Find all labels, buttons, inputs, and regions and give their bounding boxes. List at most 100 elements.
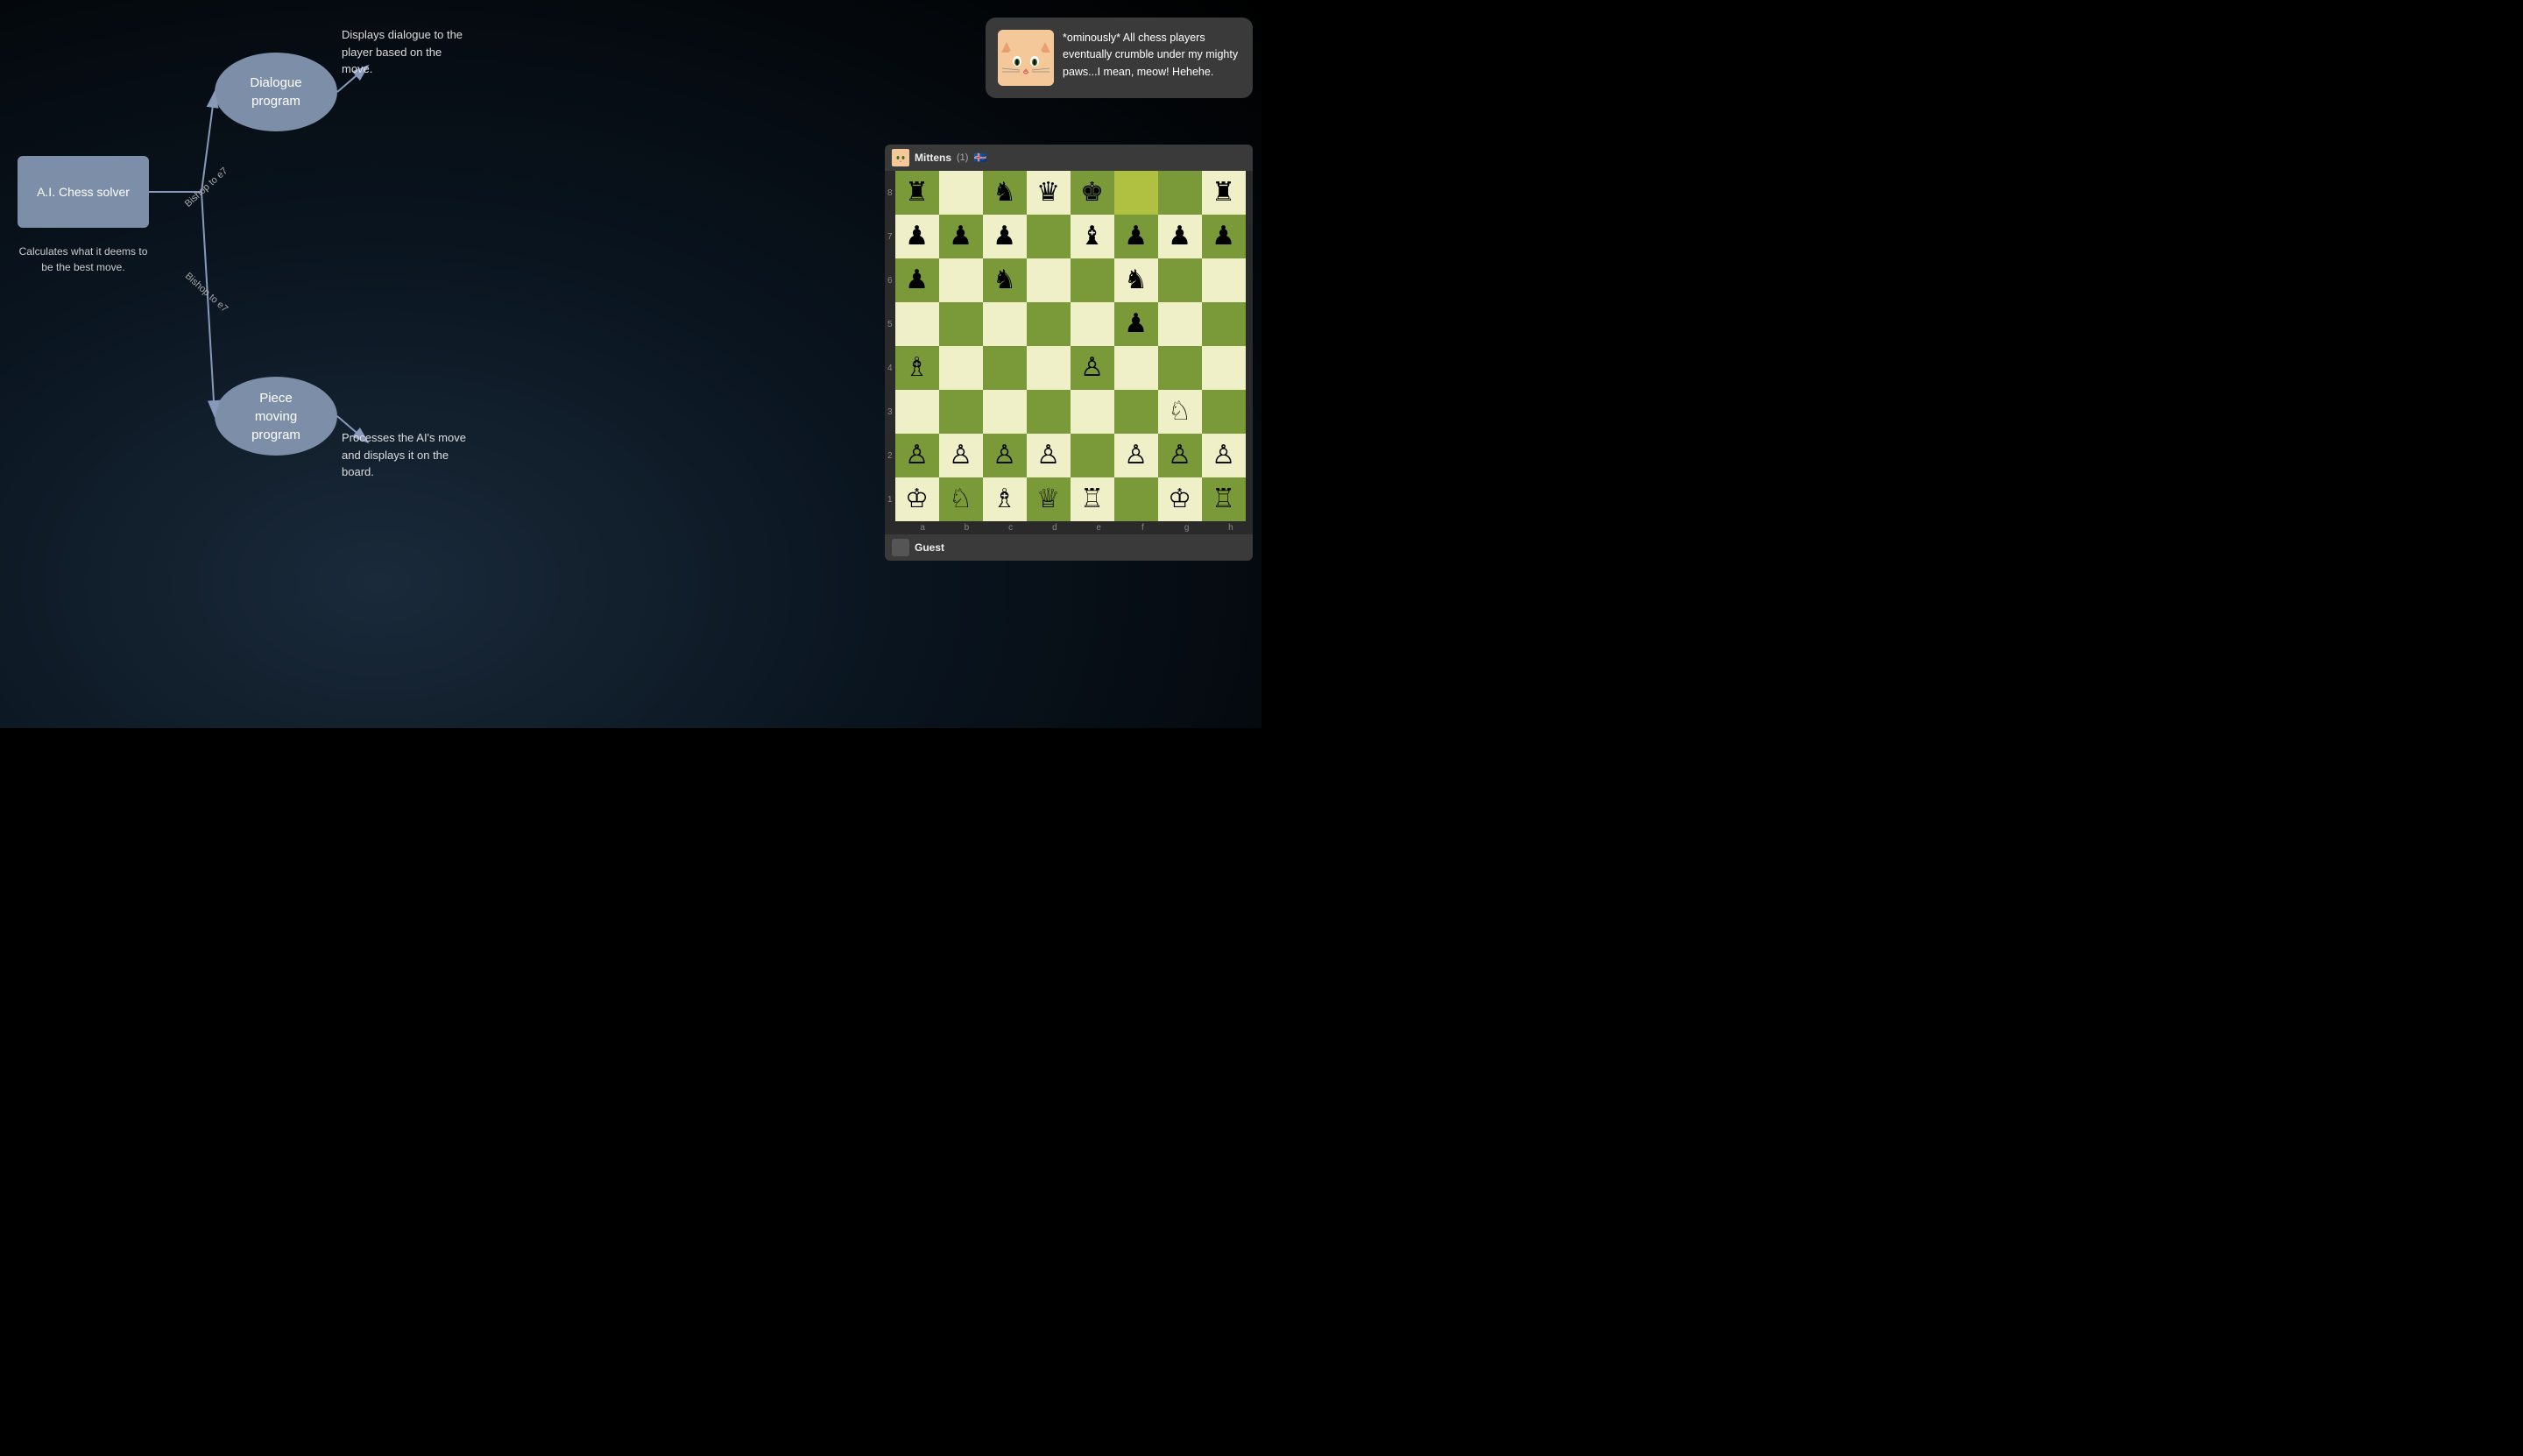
square-d6[interactable] [1027, 258, 1071, 302]
square-a6[interactable]: ♟ [895, 258, 939, 302]
chat-bubble: *ominously* All chess players eventually… [986, 18, 1253, 98]
square-c6[interactable]: ♞ [983, 258, 1027, 302]
square-f7[interactable]: ♟ [1114, 215, 1158, 258]
square-g6[interactable] [1158, 258, 1202, 302]
square-c8[interactable]: ♞ [983, 171, 1027, 215]
piece-h1: ♖ [1212, 486, 1235, 512]
opponent-avatar [892, 149, 909, 166]
piece-b2: ♙ [949, 442, 972, 469]
square-g1[interactable]: ♔ [1158, 477, 1202, 521]
piece-g7: ♟ [1168, 223, 1191, 250]
square-g8[interactable] [1158, 171, 1202, 215]
chess-panel: Mittens (1) 🇮🇸 8 7 6 5 4 3 2 1 ♜♞♛♚♜♟♟♟♝… [885, 145, 1253, 561]
square-d2[interactable]: ♙ [1027, 434, 1071, 477]
square-c7[interactable]: ♟ [983, 215, 1027, 258]
piece-e8: ♚ [1080, 180, 1104, 206]
opponent-flag: 🇮🇸 [973, 152, 986, 164]
solver-label: A.I. Chess solver [37, 184, 130, 200]
square-b4[interactable] [939, 346, 983, 390]
square-g4[interactable] [1158, 346, 1202, 390]
square-d4[interactable] [1027, 346, 1071, 390]
square-f4[interactable] [1114, 346, 1158, 390]
square-h8[interactable]: ♜ [1202, 171, 1246, 215]
diagram-area: A.I. Chess solver Calculates what it dee… [0, 0, 631, 728]
square-d5[interactable] [1027, 302, 1071, 346]
square-g3[interactable]: ♘ [1158, 390, 1202, 434]
square-b2[interactable]: ♙ [939, 434, 983, 477]
square-f5[interactable]: ♟ [1114, 302, 1158, 346]
piece-f7: ♟ [1124, 223, 1148, 250]
square-h4[interactable] [1202, 346, 1246, 390]
dialogue-label: Dialogueprogram [250, 74, 301, 110]
piece-e1: ♖ [1080, 486, 1104, 512]
square-h6[interactable] [1202, 258, 1246, 302]
square-d1[interactable]: ♕ [1027, 477, 1071, 521]
square-d7[interactable] [1027, 215, 1071, 258]
square-f3[interactable] [1114, 390, 1158, 434]
square-d3[interactable] [1027, 390, 1071, 434]
square-a7[interactable]: ♟ [895, 215, 939, 258]
piece-moving-ellipse: Piecemovingprogram [215, 377, 337, 456]
chess-board: ♜♞♛♚♜♟♟♟♝♟♟♟♟♞♞♟♗♙♘♙♙♙♙♙♙♙♔♘♗♕♖♔♖ [895, 171, 1246, 521]
square-a4[interactable]: ♗ [895, 346, 939, 390]
piece-f6: ♞ [1124, 267, 1148, 293]
square-f8[interactable] [1114, 171, 1158, 215]
rank-labels: 8 7 6 5 4 3 2 1 [885, 171, 895, 521]
panel-header: Mittens (1) 🇮🇸 [885, 145, 1253, 171]
square-c3[interactable] [983, 390, 1027, 434]
square-h7[interactable]: ♟ [1202, 215, 1246, 258]
dialogue-ellipse: Dialogueprogram [215, 53, 337, 131]
square-a8[interactable]: ♜ [895, 171, 939, 215]
piece-g2: ♙ [1168, 442, 1191, 469]
square-e6[interactable] [1071, 258, 1114, 302]
square-e1[interactable]: ♖ [1071, 477, 1114, 521]
square-e7[interactable]: ♝ [1071, 215, 1114, 258]
square-b8[interactable] [939, 171, 983, 215]
line-label-bishop-bottom: Bishop to e7 [183, 271, 230, 315]
square-h1[interactable]: ♖ [1202, 477, 1246, 521]
square-h5[interactable] [1202, 302, 1246, 346]
square-a1[interactable]: ♔ [895, 477, 939, 521]
dialogue-description: Displays dialogue to the player based on… [342, 26, 464, 78]
square-e8[interactable]: ♚ [1071, 171, 1114, 215]
square-g5[interactable] [1158, 302, 1202, 346]
square-d8[interactable]: ♛ [1027, 171, 1071, 215]
piece-c2: ♙ [993, 442, 1016, 469]
square-f2[interactable]: ♙ [1114, 434, 1158, 477]
square-b3[interactable] [939, 390, 983, 434]
square-e3[interactable] [1071, 390, 1114, 434]
square-h3[interactable] [1202, 390, 1246, 434]
square-g2[interactable]: ♙ [1158, 434, 1202, 477]
square-c4[interactable] [983, 346, 1027, 390]
piece-a1: ♔ [905, 486, 929, 512]
square-e5[interactable] [1071, 302, 1114, 346]
solver-description: Calculates what it deems to be the best … [18, 244, 149, 275]
square-h2[interactable]: ♙ [1202, 434, 1246, 477]
square-f6[interactable]: ♞ [1114, 258, 1158, 302]
square-g7[interactable]: ♟ [1158, 215, 1202, 258]
square-c2[interactable]: ♙ [983, 434, 1027, 477]
piece-b7: ♟ [949, 223, 972, 250]
piece-a8: ♜ [905, 180, 929, 206]
cat-avatar-svg [998, 30, 1054, 86]
square-c5[interactable] [983, 302, 1027, 346]
square-b5[interactable] [939, 302, 983, 346]
file-labels: a b c d e f g h [885, 521, 1253, 534]
square-a2[interactable]: ♙ [895, 434, 939, 477]
opponent-name: Mittens [915, 152, 951, 164]
square-a5[interactable] [895, 302, 939, 346]
square-c1[interactable]: ♗ [983, 477, 1027, 521]
square-b6[interactable] [939, 258, 983, 302]
square-b7[interactable]: ♟ [939, 215, 983, 258]
square-e4[interactable]: ♙ [1071, 346, 1114, 390]
piece-d1: ♕ [1036, 486, 1060, 512]
cat-avatar [998, 30, 1054, 86]
square-f1[interactable] [1114, 477, 1158, 521]
square-a3[interactable] [895, 390, 939, 434]
square-b1[interactable]: ♘ [939, 477, 983, 521]
guest-name: Guest [915, 541, 944, 554]
piece-g3: ♘ [1168, 399, 1191, 425]
square-e2[interactable] [1071, 434, 1114, 477]
piece-c7: ♟ [993, 223, 1016, 250]
piece-d2: ♙ [1036, 442, 1060, 469]
